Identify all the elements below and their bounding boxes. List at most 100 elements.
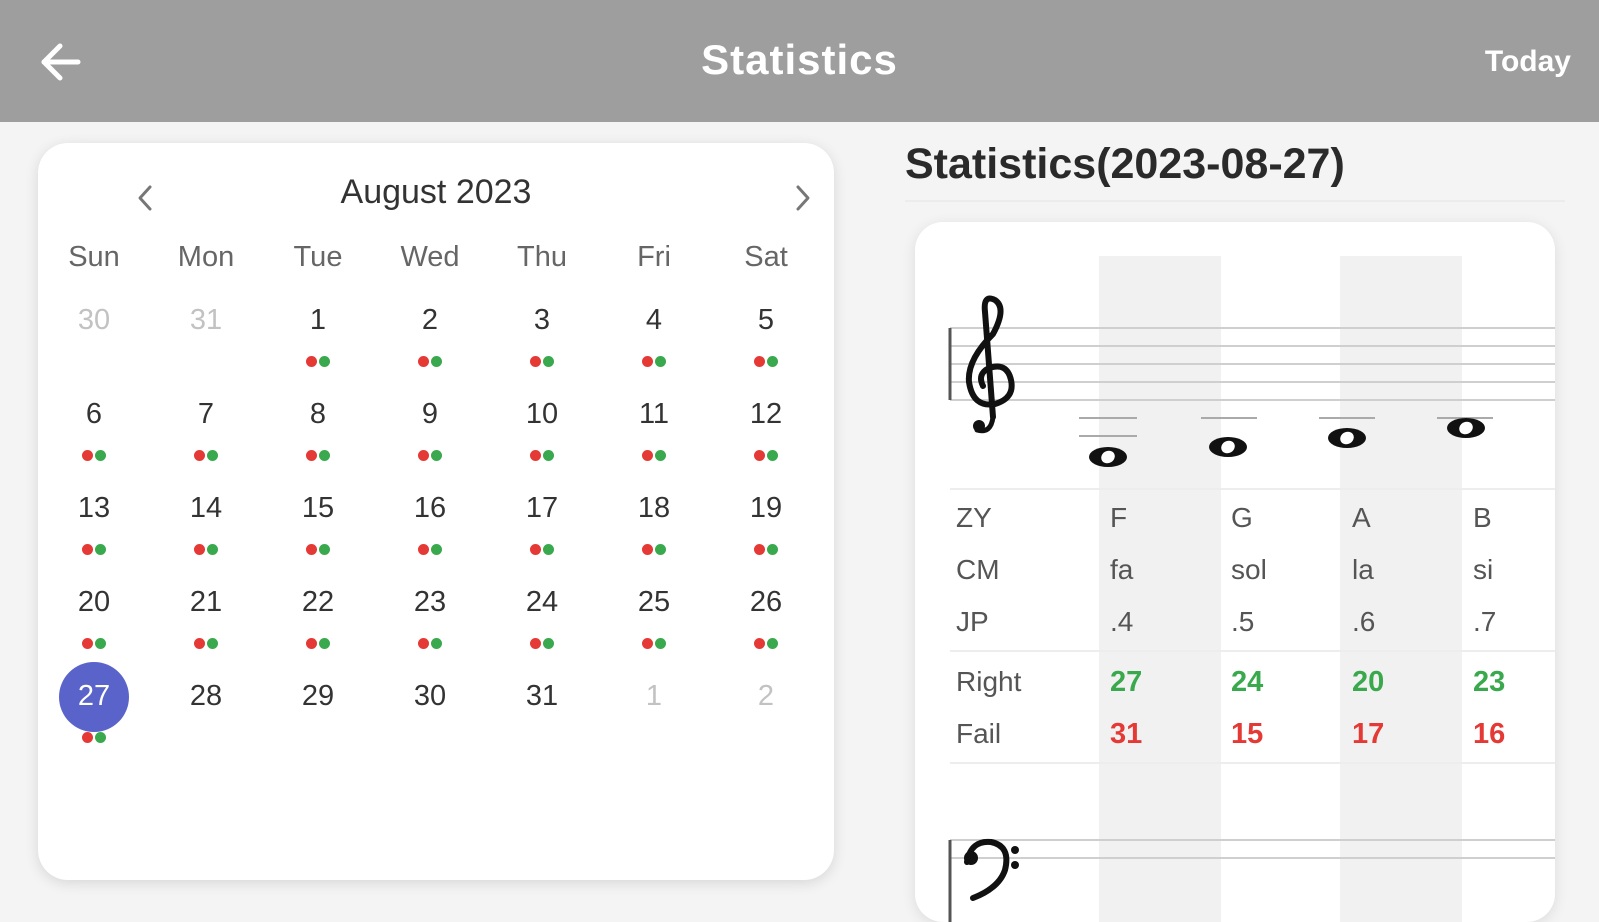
- calendar-day[interactable]: 29: [262, 674, 374, 764]
- day-number: 5: [757, 304, 775, 336]
- day-number: 16: [413, 492, 447, 524]
- right-dot: [767, 544, 778, 555]
- calendar-day[interactable]: 10: [486, 392, 598, 482]
- right-dot: [319, 356, 330, 367]
- day-number: 21: [189, 586, 223, 618]
- day-number: 19: [749, 492, 783, 524]
- bass-clef-icon: [964, 838, 1019, 901]
- day-number: 2: [757, 680, 775, 712]
- right-dot: [207, 638, 218, 649]
- practice-dots: [374, 544, 486, 556]
- day-number: 25: [637, 586, 671, 618]
- calendar-day[interactable]: 16: [374, 486, 486, 576]
- stats-title: Statistics(2023-08-27): [905, 140, 1345, 188]
- calendar-day[interactable]: 8: [262, 392, 374, 482]
- day-number: 1: [309, 304, 327, 336]
- fail-dot: [754, 356, 765, 367]
- right-dot: [767, 638, 778, 649]
- weekday-header: Sun Mon Tue Wed Thu Fri Sat: [38, 241, 834, 291]
- calendar-day[interactable]: 24: [486, 580, 598, 670]
- right-count: 24: [1231, 666, 1264, 698]
- calendar-day[interactable]: 14: [150, 486, 262, 576]
- calendar-day[interactable]: 5: [710, 298, 822, 388]
- calendar-day[interactable]: 1: [598, 674, 710, 764]
- calendar-day[interactable]: 23: [374, 580, 486, 670]
- calendar-day[interactable]: 19: [710, 486, 822, 576]
- calendar-day[interactable]: 21: [150, 580, 262, 670]
- practice-dots: [598, 450, 710, 462]
- calendar-day[interactable]: 30: [38, 298, 150, 388]
- practice-dots: [598, 544, 710, 556]
- next-month-button[interactable]: [778, 173, 828, 223]
- right-dot: [543, 450, 554, 461]
- note-cm: sol: [1231, 554, 1267, 585]
- calendar-header: August 2023: [38, 143, 834, 243]
- right-dot: [655, 638, 666, 649]
- calendar-day[interactable]: 20: [38, 580, 150, 670]
- practice-dots: [262, 544, 374, 556]
- chevron-right-icon: [796, 185, 810, 211]
- right-dot: [207, 450, 218, 461]
- calendar-day[interactable]: 17: [486, 486, 598, 576]
- weekday-label: Tue: [293, 241, 343, 273]
- day-number: 30: [77, 304, 111, 336]
- right-dot: [95, 732, 106, 743]
- calendar-day-selected[interactable]: 27: [38, 662, 150, 764]
- whole-note-icon: [1089, 447, 1127, 467]
- right-dot: [767, 450, 778, 461]
- calendar-day[interactable]: 4: [598, 298, 710, 388]
- right-dot: [431, 450, 442, 461]
- calendar-day[interactable]: 9: [374, 392, 486, 482]
- day-number: 20: [77, 586, 111, 618]
- calendar-day[interactable]: 1: [262, 298, 374, 388]
- practice-dots: [486, 450, 598, 462]
- day-number: 8: [309, 398, 327, 430]
- fail-dot: [530, 450, 541, 461]
- fail-dot: [642, 450, 653, 461]
- calendar-day[interactable]: 15: [262, 486, 374, 576]
- calendar-day[interactable]: 2: [710, 674, 822, 764]
- calendar-day[interactable]: 12: [710, 392, 822, 482]
- practice-dots: [486, 356, 598, 368]
- calendar-day[interactable]: 2: [374, 298, 486, 388]
- practice-dots: [710, 450, 822, 462]
- fail-dot: [306, 544, 317, 555]
- fail-dot: [530, 638, 541, 649]
- day-number: 29: [301, 680, 335, 712]
- fail-count: 16: [1473, 718, 1506, 750]
- day-number: 10: [525, 398, 559, 430]
- calendar-day[interactable]: 30: [374, 674, 486, 764]
- note-zy: A: [1352, 502, 1371, 533]
- fail-dot: [530, 544, 541, 555]
- treble-clef-icon: [965, 295, 1015, 434]
- row-label-right: Right: [956, 666, 1022, 697]
- fail-count: 31: [1110, 718, 1143, 750]
- calendar-day[interactable]: 11: [598, 392, 710, 482]
- whole-note-icon: [1328, 428, 1366, 448]
- practice-dots: [38, 450, 150, 462]
- practice-dots: [262, 356, 374, 368]
- calendar-day[interactable]: 13: [38, 486, 150, 576]
- weekday-label: Fri: [637, 241, 671, 273]
- calendar-day[interactable]: 31: [486, 674, 598, 764]
- calendar-day[interactable]: 26: [710, 580, 822, 670]
- calendar-day[interactable]: 31: [150, 298, 262, 388]
- fail-dot: [82, 450, 93, 461]
- calendar-day[interactable]: 25: [598, 580, 710, 670]
- day-number: 14: [189, 492, 223, 524]
- calendar-day[interactable]: 22: [262, 580, 374, 670]
- calendar-day[interactable]: 6: [38, 392, 150, 482]
- today-button[interactable]: Today: [1485, 45, 1571, 79]
- calendar-day[interactable]: 28: [150, 674, 262, 764]
- day-number: 17: [525, 492, 559, 524]
- note-jp: .7: [1473, 606, 1497, 637]
- calendar-day[interactable]: 3: [486, 298, 598, 388]
- calendar-card: August 2023 Sun Mon Tue Wed Thu Fri Sat …: [38, 143, 834, 880]
- fail-dot: [418, 450, 429, 461]
- practice-dots: [262, 638, 374, 650]
- calendar-day[interactable]: 7: [150, 392, 262, 482]
- note-jp: .4: [1110, 606, 1134, 637]
- page-title: Statistics: [701, 36, 898, 83]
- whole-note-icon: [1209, 437, 1247, 457]
- calendar-day[interactable]: 18: [598, 486, 710, 576]
